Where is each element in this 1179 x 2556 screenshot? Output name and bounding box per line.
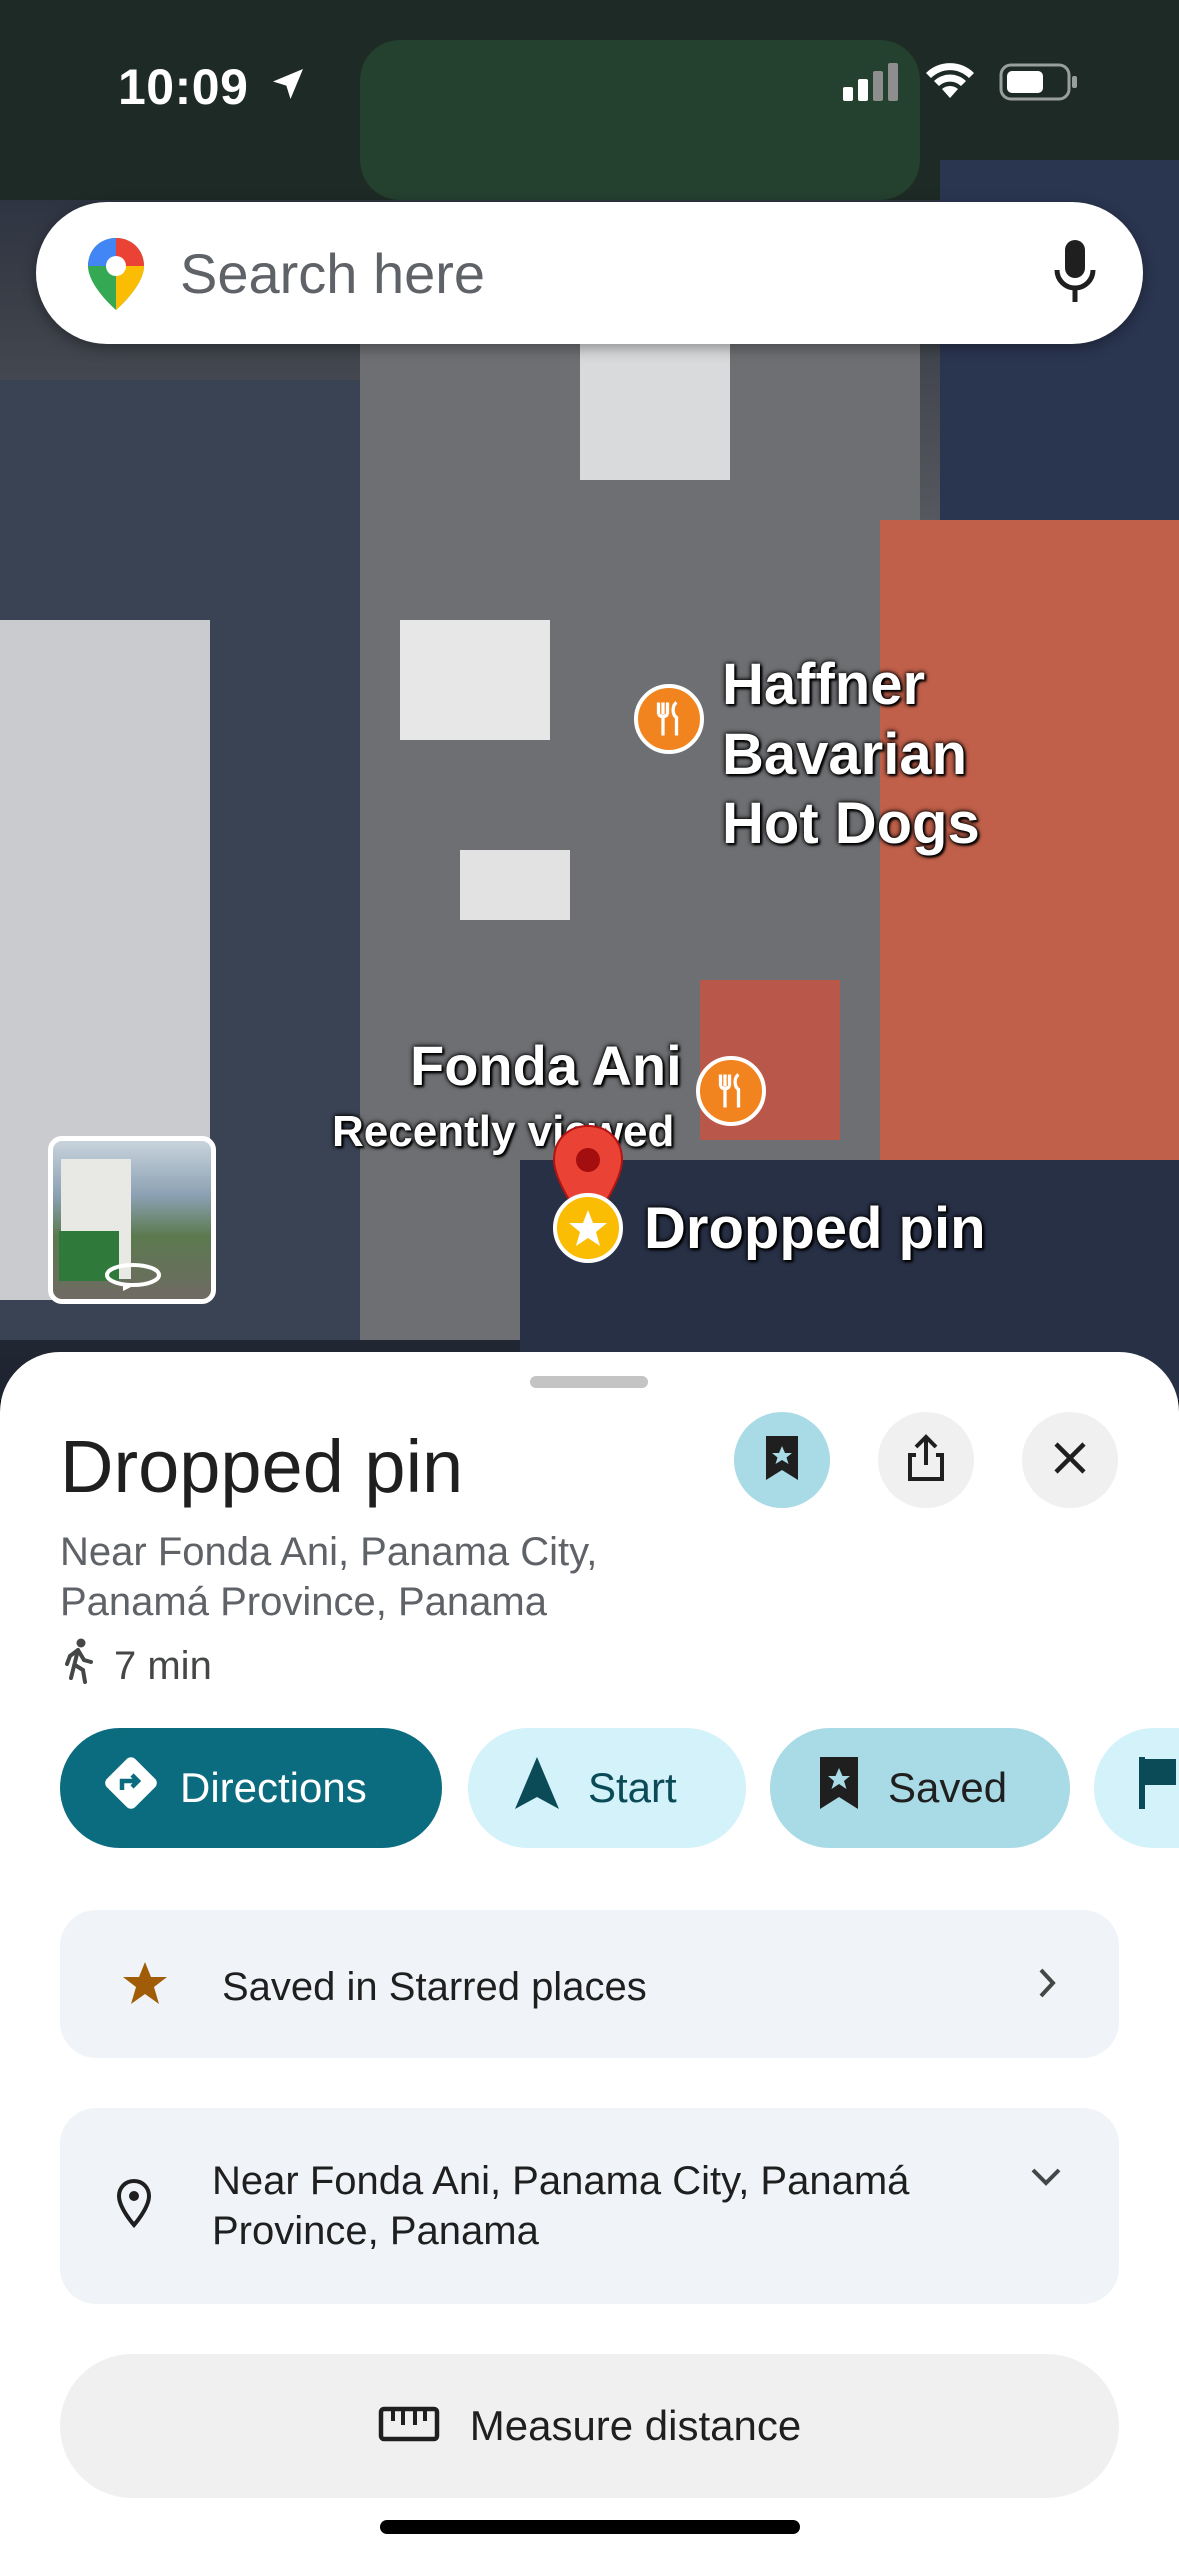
directions-icon: [100, 1752, 162, 1824]
saved-list-card[interactable]: Saved in Starred places: [60, 1910, 1119, 2058]
walk-icon: [60, 1638, 96, 1694]
measure-distance-label: Measure distance: [469, 2402, 802, 2449]
walk-time-text: 7 min: [114, 1643, 212, 1688]
address-card-line: Near Fonda Ani, Panama City, Panamá: [212, 2159, 910, 2203]
close-button[interactable]: [1022, 1412, 1118, 1508]
action-chips-row: Directions Start Saved: [60, 1728, 1179, 1848]
location-pin-icon: [116, 2178, 152, 2233]
navigation-arrow-icon: [512, 1755, 562, 1821]
directions-button[interactable]: Directions: [60, 1728, 442, 1848]
start-button[interactable]: Start: [468, 1728, 746, 1848]
saved-list-text: Saved in Starred places: [222, 1965, 647, 2009]
360-rotate-icon: [101, 1257, 165, 1298]
wifi-icon: [923, 62, 977, 107]
share-icon: [904, 1433, 948, 1488]
place-label-fonda-ani[interactable]: Fonda Ani: [410, 1032, 682, 1099]
start-label: Start: [588, 1764, 677, 1811]
measure-distance-content: Measure distance: [60, 2354, 1119, 2498]
saved-label: Saved: [888, 1764, 1008, 1811]
status-icons: [843, 62, 1079, 107]
more-action-chip[interactable]: [1094, 1728, 1179, 1848]
restaurant-poi-icon[interactable]: [696, 1056, 766, 1126]
chevron-right-icon: [1037, 1966, 1057, 2005]
walk-time: 7 min: [60, 1638, 212, 1694]
starred-place-icon: [552, 1192, 624, 1269]
saved-button[interactable]: Saved: [770, 1728, 1070, 1848]
signal-icon: [843, 63, 901, 106]
place-label-haffner[interactable]: Haffner Bavarian Hot Dogs: [722, 650, 1179, 859]
address-card-text: Near Fonda Ani, Panama City, Panamá Prov…: [212, 2156, 909, 2256]
save-bookmark-button[interactable]: [734, 1412, 830, 1508]
status-bar: 10:09: [0, 0, 1179, 150]
bookmark-icon: [762, 1434, 802, 1487]
battery-icon: [999, 62, 1079, 107]
place-name-line: Hot Dogs: [722, 791, 980, 857]
google-maps-pin-icon: [84, 236, 148, 317]
map-view[interactable]: 10:09 Search here Haffner Bavarian Hot D…: [0, 0, 1179, 1400]
close-icon: [1050, 1438, 1090, 1483]
star-icon: [122, 1960, 168, 2011]
share-button[interactable]: [878, 1412, 974, 1508]
address-card[interactable]: Near Fonda Ani, Panama City, Panamá Prov…: [60, 2108, 1119, 2304]
sheet-drag-handle[interactable]: [530, 1376, 648, 1388]
address-line-1: Near Fonda Ani, Panama City,: [60, 1530, 598, 1574]
ruler-icon: [378, 2406, 440, 2447]
restaurant-poi-icon[interactable]: [634, 684, 704, 754]
flag-icon: [1138, 1755, 1178, 1821]
dropped-pin-map-label: Dropped pin: [644, 1196, 986, 1261]
search-input[interactable]: [180, 232, 1000, 314]
status-time: 10:09: [118, 59, 249, 115]
home-indicator[interactable]: [380, 2520, 800, 2534]
bookmark-icon: [816, 1755, 862, 1821]
place-details-sheet[interactable]: Dropped pin Near Fonda Ani, Panama City,…: [0, 1352, 1179, 2556]
place-name-line: Haffner Bavarian: [722, 652, 968, 787]
map-car: [580, 340, 730, 480]
street-view-thumbnail[interactable]: [48, 1136, 216, 1304]
directions-label: Directions: [180, 1764, 367, 1811]
sheet-title: Dropped pin: [60, 1425, 464, 1508]
address-line-2: Panamá Province, Panama: [60, 1580, 547, 1624]
measure-distance-button[interactable]: Measure distance: [60, 2354, 1119, 2498]
location-arrow-icon: [268, 64, 308, 109]
mic-icon[interactable]: [1051, 238, 1099, 313]
address-card-line: Province, Panama: [212, 2209, 539, 2253]
map-roof-red: [880, 520, 1179, 1240]
map-car: [400, 620, 550, 740]
map-car: [460, 850, 570, 920]
chevron-down-icon[interactable]: [1029, 2166, 1063, 2193]
search-bar[interactable]: [36, 202, 1143, 344]
